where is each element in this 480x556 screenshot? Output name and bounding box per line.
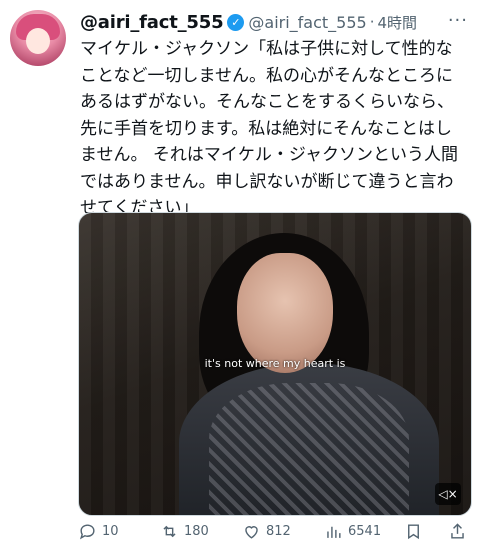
- view-count: 6541: [348, 523, 382, 539]
- video-subtitle: it's not where my heart is: [204, 357, 346, 370]
- reply-count: 10: [102, 523, 119, 539]
- timestamp[interactable]: 4時間: [378, 12, 418, 33]
- separator: ·: [369, 13, 375, 31]
- mute-icon[interactable]: ◁×: [435, 483, 461, 505]
- views-icon: [322, 520, 344, 542]
- avatar-face: [26, 28, 50, 54]
- tweet-text-line: ません。 それはマイケル・ジャクソンという人間: [80, 145, 459, 165]
- tweet-text: マイケル・ジャクソン「私は子供に対して性的な ことなど一切しません。私の心がそん…: [80, 36, 468, 222]
- retweet-icon: [158, 520, 180, 542]
- tweet-text-line: あるはずがない。そんなことをするくらいなら、: [80, 92, 454, 112]
- action-bar: 10 180 812 6541: [76, 520, 472, 548]
- tweet-text-line: マイケル・ジャクソン「私は子供に対して性的な: [80, 39, 453, 59]
- video-figure-jacket: [209, 383, 409, 515]
- tweet-text-line: ことなど一切しません。私の心がそんなところに: [80, 65, 453, 86]
- handle[interactable]: @airi_fact_555: [248, 13, 366, 32]
- display-name[interactable]: @airi_fact_555: [80, 12, 224, 33]
- bookmark-icon: [402, 520, 424, 542]
- like-count: 812: [266, 523, 291, 539]
- video-player[interactable]: it's not where my heart is ◁×: [78, 212, 472, 516]
- verified-icon: ✓: [227, 13, 245, 31]
- more-icon[interactable]: ···: [448, 10, 468, 31]
- video-figure-face: [237, 253, 333, 373]
- bookmark-button[interactable]: [402, 520, 428, 542]
- share-button[interactable]: [446, 520, 472, 542]
- share-icon: [446, 520, 468, 542]
- reply-icon: [76, 520, 98, 542]
- tweet-header: @airi_fact_555 ✓ @airi_fact_555 · 4時間: [80, 10, 468, 34]
- retweet-count: 180: [184, 523, 209, 539]
- tweet-text-line: 先に手首を切ります。私は絶対にそんなことはし: [80, 118, 452, 139]
- tweet-text-line: ではありません。申し訳ないが断じて違うと言わ: [80, 171, 454, 192]
- views-button[interactable]: 6541: [322, 520, 381, 542]
- like-button[interactable]: 812: [240, 520, 291, 542]
- retweet-button[interactable]: 180: [158, 520, 209, 542]
- reply-button[interactable]: 10: [76, 520, 119, 542]
- avatar[interactable]: [10, 10, 66, 66]
- heart-icon: [240, 520, 262, 542]
